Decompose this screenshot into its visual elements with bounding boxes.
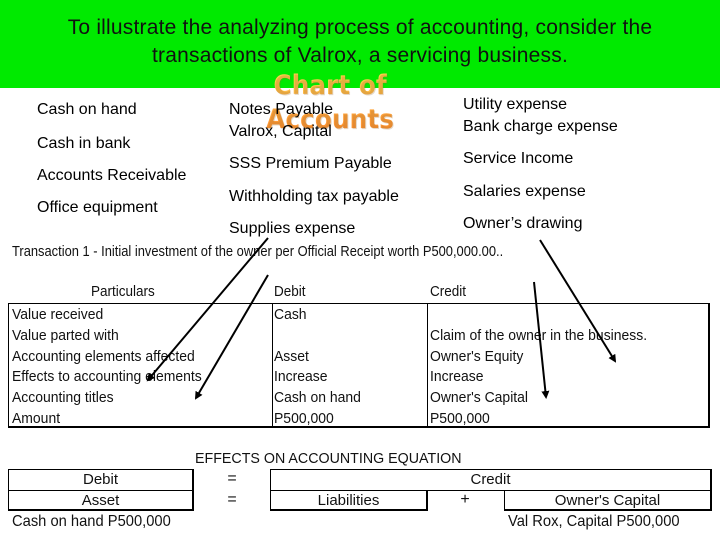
- account-item: Cash on hand: [37, 101, 137, 118]
- row-particular: Accounting elements affected: [12, 348, 195, 365]
- account-item: Withholding tax payable: [229, 188, 399, 205]
- header-credit: Credit: [430, 283, 467, 300]
- header-debit: Debit: [274, 283, 306, 300]
- row-particular: Value parted with: [12, 327, 119, 344]
- banner-title: To illustrate the analyzing process of a…: [0, 14, 720, 70]
- banner-title-line1: To illustrate the analyzing process of a…: [67, 16, 653, 39]
- row-credit: Claim of the owner in the business.: [430, 327, 648, 344]
- account-item: Owner’s drawing: [463, 215, 583, 232]
- asset-box: Asset: [8, 490, 194, 511]
- row-particular: Value received: [12, 306, 104, 323]
- transaction-analysis-table: Value received Value parted with Account…: [8, 303, 710, 428]
- column-divider: [272, 304, 273, 426]
- equation-title: EFFECTS ON ACCOUNTING EQUATION: [195, 450, 462, 467]
- row-debit: Increase: [274, 368, 328, 385]
- row-debit: Asset: [274, 348, 309, 365]
- row-credit: Owner's Equity: [430, 348, 524, 365]
- owners-capital-box: Owner's Capital: [504, 490, 712, 511]
- row-particular: Accounting titles: [12, 389, 114, 406]
- account-item: Utility expense: [463, 96, 568, 113]
- row-credit: Owner's Capital: [430, 389, 529, 406]
- account-item: Bank charge expense: [463, 118, 618, 135]
- banner-title-line2: transactions of Valrox, a servicing busi…: [152, 44, 568, 67]
- header-particulars: Particulars: [91, 283, 155, 300]
- account-item: Supplies expense: [229, 220, 356, 237]
- row-debit: P500,000: [274, 410, 334, 427]
- row-credit: P500,000: [430, 410, 490, 427]
- plus-sign: +: [460, 491, 470, 508]
- credit-note: Val Rox, Capital P500,000: [508, 513, 680, 530]
- row-particular: Effects to accounting elements: [12, 368, 202, 385]
- account-item: Service Income: [463, 150, 574, 167]
- account-item: Notes Payable: [229, 101, 334, 118]
- debit-note: Cash on hand P500,000: [12, 513, 171, 530]
- debit-box: Debit: [8, 469, 194, 491]
- account-item: Cash in bank: [37, 135, 131, 152]
- liabilities-box: Liabilities: [270, 490, 428, 511]
- row-debit: Cash on hand: [274, 389, 361, 406]
- row-credit: Increase: [430, 368, 484, 385]
- account-item: Accounts Receivable: [37, 167, 187, 184]
- account-item: Salaries expense: [463, 183, 586, 200]
- column-divider: [427, 304, 428, 426]
- transaction-description: Transaction 1 - Initial investment of th…: [12, 243, 504, 260]
- row-particular: Amount: [12, 410, 61, 427]
- account-item: SSS Premium Payable: [229, 155, 392, 172]
- account-item: Office equipment: [37, 199, 158, 216]
- row-debit: Cash: [274, 306, 307, 323]
- equals-sign: =: [227, 470, 237, 487]
- equals-sign: =: [227, 491, 237, 508]
- account-item: Valrox, Capital: [229, 123, 332, 140]
- credit-box: Credit: [270, 469, 712, 491]
